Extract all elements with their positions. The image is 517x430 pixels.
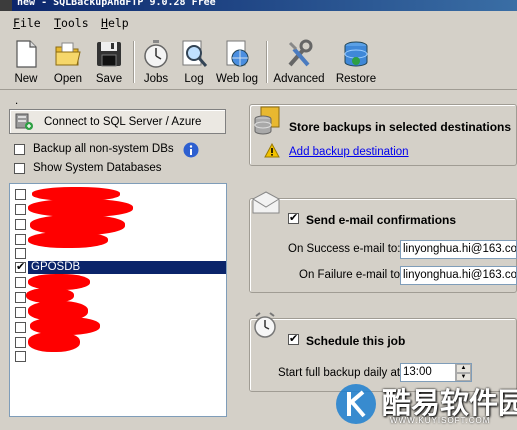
alarm-clock-icon — [254, 312, 276, 338]
restore-button[interactable]: Restore — [333, 38, 379, 88]
jobs-button[interactable]: Jobs — [139, 38, 173, 88]
stopwatch-icon — [144, 40, 168, 68]
redaction-mark — [28, 332, 80, 352]
show-system-databases-label: Show System Databases — [33, 162, 162, 174]
magnifier-icon — [182, 40, 208, 67]
menu-file[interactable]: File — [13, 16, 41, 30]
open-folder-icon — [55, 42, 81, 66]
database-item[interactable] — [10, 350, 226, 363]
database-checkbox[interactable] — [15, 248, 26, 259]
database-checkbox[interactable] — [15, 234, 26, 245]
web-log-icon — [226, 40, 249, 67]
server-label: . — [15, 95, 19, 107]
redaction-mark — [28, 232, 108, 248]
database-restore-icon — [344, 41, 368, 67]
database-checkbox[interactable] — [15, 204, 26, 215]
backup-all-label: Backup all non-system DBs — [33, 143, 174, 155]
info-icon[interactable] — [183, 142, 199, 158]
save-disk-icon — [97, 42, 121, 67]
backup-all-checkbox[interactable] — [14, 144, 25, 155]
on-failure-label: On Failure e-mail to: — [299, 269, 404, 281]
new-document-icon — [16, 40, 37, 68]
app-icon — [0, 0, 12, 11]
backup-destination-icon — [254, 106, 280, 135]
database-checkbox-checked[interactable] — [15, 260, 26, 273]
save-button[interactable]: Save — [91, 38, 127, 88]
new-button[interactable]: New — [8, 38, 44, 88]
show-system-databases-checkbox[interactable] — [14, 163, 25, 174]
site-watermark: 酷易软件园 WWW.KUYISOFT.COM — [334, 378, 517, 430]
web-log-button[interactable]: Web log — [214, 38, 260, 88]
on-success-email-input[interactable]: linyonghua.hi@163.com — [400, 240, 517, 259]
send-email-title: Send e-mail confirmations — [306, 213, 457, 227]
database-checkbox[interactable] — [15, 219, 26, 230]
database-checkbox[interactable] — [15, 292, 26, 303]
tools-icon — [288, 39, 313, 67]
database-checkbox[interactable] — [15, 337, 26, 348]
envelope-icon — [252, 191, 280, 214]
watermark-logo-icon — [336, 384, 376, 424]
on-failure-email-input[interactable]: linyonghua.hi@163.com — [400, 266, 517, 285]
toolbar-separator — [266, 41, 268, 83]
server-connect-icon — [15, 113, 33, 130]
store-backups-title: Store backups in selected destinations — [289, 120, 512, 134]
title-bar: new - SQLBackupAndFTP 9.0.28 Free — [0, 0, 517, 11]
watermark-url: WWW.KUYISOFT.COM — [390, 416, 491, 425]
database-checkbox[interactable] — [15, 307, 26, 318]
database-checkbox[interactable] — [15, 277, 26, 288]
on-success-label: On Success e-mail to: — [288, 243, 401, 255]
schedule-job-title: Schedule this job — [306, 334, 406, 348]
warning-icon — [264, 143, 280, 158]
database-item[interactable] — [10, 247, 226, 260]
open-button[interactable]: Open — [50, 38, 86, 88]
add-backup-destination-link[interactable]: Add backup destination — [289, 146, 409, 158]
database-list[interactable]: GPOSDB — [9, 183, 227, 417]
toolbar-separator — [133, 41, 135, 83]
log-button[interactable]: Log — [178, 38, 210, 88]
schedule-job-checkbox[interactable] — [288, 332, 299, 345]
send-email-checkbox[interactable] — [288, 211, 299, 224]
database-checkbox[interactable] — [15, 351, 26, 362]
menu-tools[interactable]: Tools — [54, 16, 89, 30]
connect-sql-server-button[interactable]: Connect to SQL Server / Azure — [9, 109, 226, 134]
spin-up-icon[interactable]: ▲ — [456, 364, 471, 373]
database-checkbox[interactable] — [15, 189, 26, 200]
toolbar: New Open Save Jobs Log Web log Advanced … — [0, 35, 517, 90]
advanced-button[interactable]: Advanced — [272, 38, 326, 88]
database-checkbox[interactable] — [15, 322, 26, 333]
menu-help[interactable]: Help — [101, 16, 129, 30]
menu-bar: File Tools Help — [0, 12, 517, 34]
database-item-gposdb[interactable]: GPOSDB — [10, 260, 226, 274]
window-title: new - SQLBackupAndFTP 9.0.28 Free — [17, 0, 216, 8]
